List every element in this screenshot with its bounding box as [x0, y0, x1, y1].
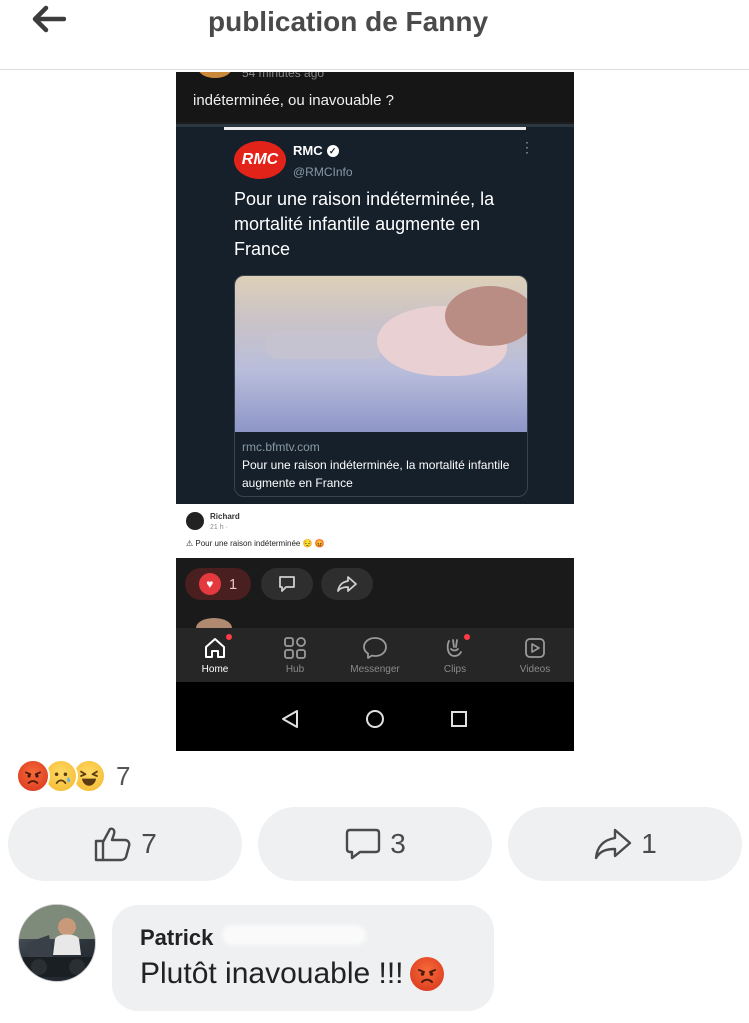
more-icon: ⋮: [520, 139, 534, 155]
heart-icon: ♥: [198, 573, 221, 595]
card-image-detail: [265, 331, 385, 359]
embedded-like-pill: ♥ 1: [185, 568, 251, 600]
comment-bubble: Patrick Plutôt inavouable !!!: [112, 905, 494, 1011]
embedded-fb-post: Richard 21 h · ⚠ Pour une raison indéter…: [176, 504, 574, 558]
avatar[interactable]: [18, 904, 96, 982]
tweet-top-divider: [224, 127, 526, 130]
partial-avatar: [198, 72, 232, 78]
comment-author[interactable]: Patrick: [140, 925, 213, 951]
rmc-logo: RMC: [234, 141, 286, 179]
nav-item-clips: Clips: [420, 634, 490, 675]
post-page: publication de Fanny 54 minutes ago indé…: [0, 0, 749, 1023]
fb-post-avatar: [186, 512, 204, 530]
nav-item-home: Home: [180, 634, 250, 675]
nav-recents-icon: [451, 711, 467, 727]
back-arrow-icon: [32, 5, 66, 33]
angry-emoji-icon: [409, 957, 444, 991]
header: publication de Fanny: [0, 0, 749, 70]
card-image-detail: [445, 286, 527, 346]
page-title: publication de Fanny: [208, 6, 489, 37]
angry-reaction-icon: [16, 759, 50, 793]
card-domain: rmc.bfmtv.com: [242, 440, 320, 454]
tweet-handle: @RMCInfo: [293, 165, 353, 179]
back-button[interactable]: [28, 2, 68, 36]
comment-icon: [279, 576, 295, 592]
comment-icon: [346, 828, 381, 860]
notification-dot: [226, 634, 232, 640]
embedded-tweet: RMC RMC ✓ @RMCInfo ⋮ Pour une raison ind…: [176, 124, 574, 504]
share-icon: [337, 576, 357, 592]
embedded-comment-pill: [261, 568, 313, 600]
grid-icon: [284, 637, 306, 659]
redacted-surname: [222, 925, 366, 945]
share-count: 1: [641, 828, 657, 859]
android-system-nav: [176, 682, 574, 751]
nav-item-hub: Hub: [260, 634, 330, 675]
fb-post-author: Richard: [210, 512, 240, 521]
embedded-like-count: 1: [228, 575, 238, 593]
embedded-share-pill: [321, 568, 373, 600]
video-icon: [525, 638, 545, 658]
fb-post-text: ⚠ Pour une raison indéterminée 😔 😡: [186, 539, 325, 548]
card-title: Pour une raison indéterminée, la mortali…: [242, 458, 510, 490]
tweet-author: RMC ✓: [293, 143, 339, 158]
nav-back-icon: [282, 710, 298, 728]
link-card: rmc.bfmtv.com Pour une raison indétermin…: [234, 275, 528, 497]
like-button[interactable]: 7: [8, 807, 242, 881]
nav-home-icon: [366, 710, 384, 728]
nav-label: Videos: [519, 664, 551, 675]
comment-count: 3: [390, 828, 406, 859]
like-count: 7: [141, 828, 157, 859]
comment-button[interactable]: 3: [258, 807, 492, 881]
nav-label: Hub: [285, 664, 305, 675]
fb-post-time: 21 h ·: [210, 524, 228, 531]
reactions-summary[interactable]: 7: [16, 759, 130, 793]
nav-item-messenger: Messenger: [340, 634, 410, 675]
reactions-count: 7: [116, 760, 131, 791]
screenshot-caption-area: 54 minutes ago indéterminée, ou inavouab…: [176, 72, 574, 122]
share-icon: [595, 828, 632, 860]
home-icon: [205, 638, 225, 658]
screenshot-caption: indéterminée, ou inavouable ?: [193, 92, 394, 109]
thumbs-up-icon: [95, 827, 131, 862]
tweet-text: Pour une raison indéterminée, la mortali…: [234, 189, 495, 259]
embedded-action-bar: ♥ 1: [176, 558, 574, 638]
post-image-screenshot[interactable]: 54 minutes ago indéterminée, ou inavouab…: [176, 72, 574, 751]
comment-text: Plutôt inavouable !!!: [140, 957, 404, 990]
system-nav-icons: [282, 710, 467, 728]
notification-dot: [464, 634, 470, 640]
card-image: [235, 276, 527, 432]
verified-icon: ✓: [326, 144, 339, 157]
share-button[interactable]: 1: [508, 807, 742, 881]
embedded-bottom-nav: Home Hub Messenger Clips Videos: [176, 628, 574, 682]
messenger-icon: [363, 637, 387, 659]
partial-timestamp: 54 minutes ago: [242, 72, 325, 80]
avatar-photo: [19, 905, 95, 977]
nav-label: Messenger: [350, 664, 400, 675]
tweet-author-name: RMC: [293, 143, 323, 158]
nav-item-videos: Videos: [500, 634, 570, 675]
nav-label: Clips: [443, 664, 467, 675]
comment-text-row: Plutôt inavouable !!!: [140, 957, 444, 991]
nav-label: Home: [201, 664, 229, 675]
